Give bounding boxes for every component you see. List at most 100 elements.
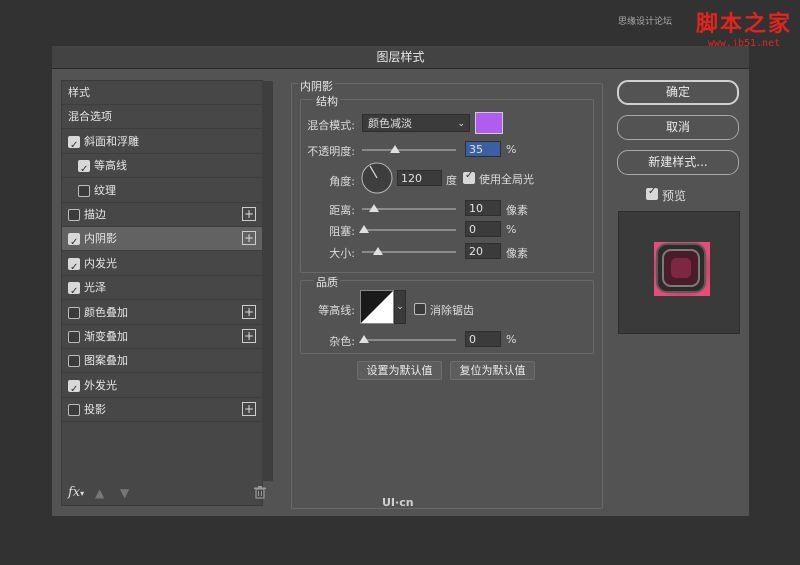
add-style-icon[interactable]: + xyxy=(242,304,256,319)
distance-input[interactable]: 10 xyxy=(465,200,501,216)
style-checkbox[interactable] xyxy=(68,209,80,221)
reset-default-button[interactable]: 复位为默认值 xyxy=(450,361,535,380)
preview-option[interactable]: 预览 xyxy=(646,186,726,203)
noise-input[interactable]: 0 xyxy=(465,331,501,347)
ok-button[interactable]: 确定 xyxy=(617,80,739,105)
style-list-label: 样式 xyxy=(68,86,90,99)
noise-label: 杂色: xyxy=(329,335,355,348)
preview-label: 预览 xyxy=(662,189,687,203)
style-list-item[interactable]: 混合选项 xyxy=(62,105,262,130)
styles-scrollbar[interactable] xyxy=(262,81,273,481)
style-checkbox[interactable] xyxy=(68,331,80,343)
global-light-label: 使用全局光 xyxy=(479,173,534,186)
preview-checkbox[interactable] xyxy=(646,186,658,200)
opacity-input[interactable]: 35 xyxy=(465,141,501,157)
style-list-item[interactable]: 光泽 xyxy=(62,276,262,303)
style-list-item[interactable]: 斜面和浮雕 xyxy=(62,130,262,157)
style-list-item[interactable]: 样式 xyxy=(62,81,262,105)
add-style-icon[interactable]: + xyxy=(242,329,256,343)
style-checkbox[interactable] xyxy=(68,134,80,157)
style-list-item[interactable]: 颜色叠加 + xyxy=(62,301,262,325)
style-list-item[interactable]: 投影 + xyxy=(62,398,262,423)
make-default-button[interactable]: 设置为默认值 xyxy=(357,361,442,380)
choke-input[interactable]: 0 xyxy=(465,221,501,237)
style-list-item[interactable]: 描边 + xyxy=(62,203,262,227)
angle-input[interactable]: 120 xyxy=(397,170,442,186)
angle-dial[interactable] xyxy=(360,161,394,198)
fx-button[interactable]: fx▾ xyxy=(68,485,84,500)
style-list-label: 外发光 xyxy=(84,378,117,392)
antialias-option[interactable]: 消除锯齿 xyxy=(414,302,524,317)
style-checkbox[interactable] xyxy=(68,306,80,319)
noise-slider[interactable] xyxy=(362,339,456,341)
distance-slider-thumb[interactable] xyxy=(369,204,379,212)
style-list-item[interactable]: 渐变叠加 + xyxy=(62,325,262,349)
bottom-watermark: UI·cn xyxy=(382,496,414,509)
style-list-label: 渐变叠加 xyxy=(84,330,128,343)
styles-list-panel: 样式混合选项斜面和浮雕等高线纹理描边 + 内阴影 + 内发光光泽颜色叠加 + 渐变叠加 + 图案… xyxy=(61,80,266,506)
global-light-checkbox[interactable] xyxy=(463,170,475,184)
trash-icon[interactable] xyxy=(254,486,266,502)
contour-preview[interactable] xyxy=(360,290,394,324)
style-checkbox[interactable] xyxy=(68,280,80,303)
opacity-slider-thumb[interactable] xyxy=(389,145,400,153)
choke-slider[interactable] xyxy=(362,229,456,231)
contour-label: 等高线: xyxy=(318,304,355,317)
inner-shadow-title: 内阴影 xyxy=(298,78,335,94)
angle-label: 角度: xyxy=(329,175,355,188)
style-list-label: 投影 xyxy=(84,403,106,417)
add-style-icon[interactable]: + xyxy=(242,231,256,246)
style-list-label: 内发光 xyxy=(84,256,117,270)
add-style-icon[interactable]: + xyxy=(242,207,256,221)
chevron-down-icon: ⌄ xyxy=(457,119,465,129)
arrow-up-icon[interactable]: ▲ xyxy=(95,486,104,500)
style-list-label: 混合选项 xyxy=(68,110,112,124)
quality-title: 品质 xyxy=(314,274,340,290)
style-list-label: 内阴影 xyxy=(84,232,117,246)
style-preview-thumbnail xyxy=(618,211,740,334)
watermark: 思缘设计论坛 脚本之家 www.jb51.net xyxy=(618,6,792,49)
size-slider-thumb[interactable] xyxy=(373,247,383,255)
blend-mode-label: 混合模式: xyxy=(307,119,355,132)
distance-label: 距离: xyxy=(329,204,355,217)
size-unit: 像素 xyxy=(506,247,528,260)
style-list-item[interactable]: 纹理 xyxy=(62,179,262,203)
style-list-label: 光泽 xyxy=(84,281,106,295)
style-list-label: 纹理 xyxy=(94,183,116,197)
global-light-option[interactable]: 使用全局光 xyxy=(463,170,603,186)
new-style-button[interactable]: 新建样式... xyxy=(617,150,739,175)
style-checkbox[interactable] xyxy=(78,184,90,197)
style-checkbox[interactable] xyxy=(68,256,80,279)
style-list-label: 等高线 xyxy=(94,159,127,173)
add-style-icon[interactable]: + xyxy=(242,402,256,417)
style-list-item[interactable]: 内发光 xyxy=(62,252,262,279)
shadow-color-swatch[interactable] xyxy=(475,112,503,134)
style-checkbox[interactable] xyxy=(78,158,90,181)
opacity-unit: % xyxy=(506,143,517,156)
chevron-down-icon: ⌄ xyxy=(396,302,404,312)
dialog-title: 图层样式 xyxy=(52,46,749,69)
noise-slider-thumb[interactable] xyxy=(359,335,369,343)
style-checkbox[interactable] xyxy=(68,231,80,254)
choke-slider-thumb[interactable] xyxy=(359,225,369,233)
size-label: 大小: xyxy=(329,247,355,260)
style-checkbox[interactable] xyxy=(68,355,80,368)
style-list-label: 斜面和浮雕 xyxy=(84,134,139,148)
style-list-item[interactable]: 图案叠加 xyxy=(62,349,262,374)
size-input[interactable]: 20 xyxy=(465,243,501,259)
contour-dropdown-button[interactable]: ⌄ xyxy=(394,290,406,324)
blend-mode-select[interactable]: 颜色减淡 ⌄ xyxy=(362,114,470,132)
style-list-label: 颜色叠加 xyxy=(84,305,128,319)
arrow-down-icon[interactable]: ▼ xyxy=(120,486,129,500)
watermark-logo: 脚本之家 xyxy=(695,11,792,37)
style-checkbox[interactable] xyxy=(68,404,80,417)
style-list-item[interactable]: 等高线 xyxy=(62,154,262,181)
structure-title: 结构 xyxy=(314,93,340,109)
antialias-checkbox[interactable] xyxy=(414,303,426,315)
opacity-label: 不透明度: xyxy=(307,145,355,158)
style-list-item[interactable]: 内阴影 + xyxy=(62,227,262,254)
style-checkbox[interactable] xyxy=(68,378,80,401)
opacity-slider[interactable] xyxy=(362,149,456,151)
cancel-button[interactable]: 取消 xyxy=(617,115,739,140)
style-list-item[interactable]: 外发光 xyxy=(62,374,262,401)
